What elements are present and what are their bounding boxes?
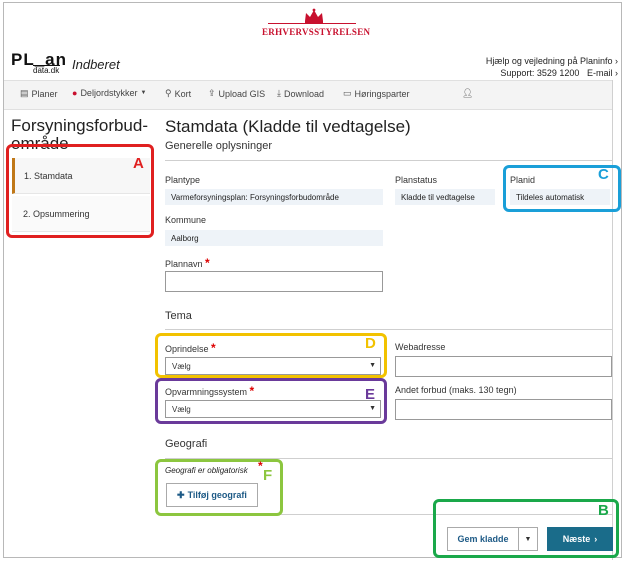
annotation-label-b: B bbox=[598, 502, 609, 519]
upload-icon: ⇪ bbox=[208, 88, 216, 98]
logo-subtext: data.dk bbox=[33, 66, 60, 75]
support-phone: Support: 3529 1200 bbox=[500, 68, 580, 78]
nav-kort[interactable]: ⚲ Kort bbox=[165, 88, 191, 99]
annotation-label-c: C bbox=[598, 166, 609, 183]
nav-hoeringsparter[interactable]: ▭ Høringsparter bbox=[343, 88, 410, 99]
page-title: Stamdata (Kladde til vedtagelse) bbox=[165, 117, 411, 136]
location-icon: ⚲ bbox=[165, 88, 172, 98]
plantype-label: Plantype bbox=[165, 175, 201, 185]
section-subtitle: Generelle oplysninger bbox=[165, 140, 273, 152]
chevron-down-icon: ▼ bbox=[140, 90, 147, 96]
planstatus-value: Kladde til vedtagelse bbox=[395, 189, 495, 205]
plantype-value: Varmeforsyningsplan: Forsyningsforbudomr… bbox=[165, 189, 383, 205]
support-line: Support: 3529 1200 E-mail › bbox=[418, 68, 618, 78]
tema-heading: Tema bbox=[165, 310, 192, 322]
user-menu[interactable]: 👤︎ bbox=[462, 88, 473, 99]
brand-name: Erhvervsstyrelsen bbox=[262, 27, 371, 37]
geografi-heading: Geografi bbox=[165, 438, 208, 450]
file-icon: ▤ bbox=[20, 88, 29, 98]
nav-download[interactable]: ⤓ Download bbox=[277, 88, 324, 99]
content-border bbox=[612, 80, 613, 560]
divider bbox=[165, 160, 612, 161]
crown-icon bbox=[305, 8, 323, 23]
divider bbox=[165, 329, 612, 330]
map-pin-icon: ● bbox=[72, 88, 78, 98]
nav-upload-gis[interactable]: ⇪ Upload GIS bbox=[208, 88, 265, 99]
annotation-label-a: A bbox=[133, 155, 144, 172]
chevron-right-icon: › bbox=[615, 68, 618, 78]
nav-deljordstykker[interactable]: ● Deljordstykker ▼ bbox=[72, 88, 146, 98]
webadresse-label: Webadresse bbox=[395, 342, 446, 352]
plannavn-input[interactable] bbox=[165, 271, 383, 292]
card-icon: ▭ bbox=[343, 88, 352, 98]
email-link[interactable]: E-mail bbox=[587, 68, 613, 78]
webadresse-input[interactable] bbox=[395, 356, 612, 377]
brand-rule bbox=[268, 23, 356, 24]
plannavn-label: Plannavn * bbox=[165, 256, 210, 270]
user-icon: 👤︎ bbox=[462, 88, 474, 98]
kommune-value: Aalborg bbox=[165, 230, 383, 246]
annotation-box-e bbox=[155, 378, 387, 424]
annotation-label-f: F bbox=[263, 467, 273, 484]
required-marker: * bbox=[205, 256, 210, 270]
annotation-box-d bbox=[155, 333, 387, 378]
annotation-label-d: D bbox=[365, 335, 376, 352]
required-marker: * bbox=[258, 459, 263, 473]
annotation-box-b bbox=[433, 499, 619, 558]
annotation-box-a bbox=[6, 144, 154, 238]
annotation-label-e: E bbox=[365, 386, 376, 403]
andet-forbud-label: Andet forbud (maks. 130 tegn) bbox=[395, 385, 517, 395]
kommune-label: Kommune bbox=[165, 215, 207, 225]
chevron-right-icon: › bbox=[615, 56, 618, 66]
andet-forbud-input[interactable] bbox=[395, 399, 612, 420]
nav-planer[interactable]: ▤ Planer bbox=[20, 88, 58, 99]
planstatus-label: Planstatus bbox=[395, 175, 438, 185]
download-icon: ⤓ bbox=[277, 88, 281, 98]
app-name: Indberet bbox=[72, 57, 120, 72]
help-link[interactable]: Hjælp og vejledning på Planinfo › bbox=[418, 56, 618, 66]
